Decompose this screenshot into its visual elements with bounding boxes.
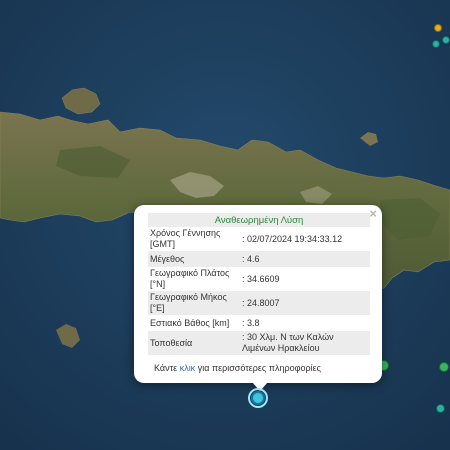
quake-marker-east-2[interactable] [436, 404, 445, 413]
value-magnitude: : 4.6 [240, 251, 370, 267]
footer-prefix: Κάντε [154, 363, 178, 373]
popup-footer: Κάντε κλικ για περισσότερες πληροφορίες [154, 363, 321, 373]
close-icon[interactable]: × [369, 207, 377, 220]
quake-info-table: Αναθεωρημένη Λύση Χρόνος Γέννησης [GMT]:… [148, 213, 370, 355]
value-location: : 30 Χλμ. Ν των Καλών Λιμένων Ηρακλείου [240, 331, 370, 355]
more-info-link[interactable]: κλικ [180, 363, 196, 373]
quake-marker-north-2[interactable] [432, 40, 440, 48]
quake-info-popup: × Αναθεωρημένη Λύση Χρόνος Γέννησης [GMT… [134, 205, 382, 383]
label-magnitude: Μέγεθος [148, 251, 240, 267]
quake-marker-north-1[interactable] [434, 24, 442, 32]
quake-marker-selected[interactable] [251, 391, 265, 405]
label-location: Τοποθεσία [148, 331, 240, 355]
label-longitude: Γεωγραφικό Μήκος [°E] [148, 291, 240, 315]
value-origin-time: : 02/07/2024 19:34:33.12 [242, 233, 343, 244]
quake-marker-north-3[interactable] [442, 36, 450, 44]
quake-marker-east-1[interactable] [439, 362, 449, 372]
value-latitude: : 34.6609 [242, 273, 280, 284]
map-view[interactable]: × Αναθεωρημένη Λύση Χρόνος Γέννησης [GMT… [0, 0, 450, 450]
label-latitude: Γεωγραφικό Πλάτος [°N] [150, 268, 230, 289]
popup-title: Αναθεωρημένη Λύση [148, 213, 370, 227]
label-origin-time: Χρόνος Γέννησης [GMT] [150, 228, 221, 249]
label-depth: Εστιακό Βάθος [km] [150, 317, 230, 328]
footer-suffix: για περισσότερες πληροφορίες [197, 363, 321, 373]
value-longitude: : 24.8007 [240, 291, 370, 315]
value-depth: : 3.8 [242, 317, 260, 328]
